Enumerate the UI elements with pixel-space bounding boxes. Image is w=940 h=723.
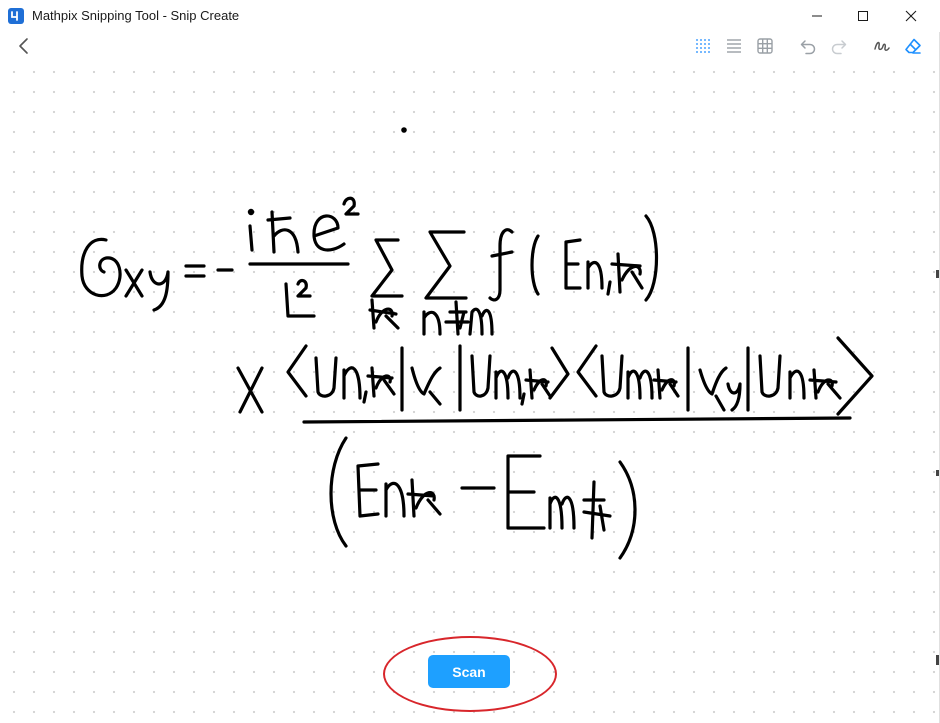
mathpix-window: Mathpix Snipping Tool - Snip Create Scan — [0, 0, 940, 723]
minimize-icon — [812, 15, 822, 17]
undo-button[interactable] — [796, 34, 820, 58]
minimize-button[interactable] — [794, 0, 840, 32]
dot-grid-icon — [696, 39, 710, 53]
pen-button[interactable] — [870, 34, 894, 58]
title-bar: Mathpix Snipping Tool - Snip Create — [0, 0, 940, 32]
back-button[interactable] — [12, 34, 36, 58]
eraser-button[interactable] — [901, 34, 925, 58]
redo-button[interactable] — [827, 34, 851, 58]
handwritten-formula — [80, 127, 874, 560]
window-title: Mathpix Snipping Tool - Snip Create — [32, 8, 240, 23]
pen-icon — [874, 41, 890, 51]
lined-paper-button[interactable] — [722, 34, 746, 58]
maximize-button[interactable] — [840, 0, 886, 32]
maximize-icon — [858, 11, 868, 21]
square-grid-icon — [757, 38, 773, 54]
back-arrow-icon — [19, 38, 28, 54]
mathpix-logo-icon — [8, 8, 24, 24]
drawing-canvas[interactable]: Scan — [0, 60, 938, 723]
dot-grid-button[interactable] — [691, 34, 715, 58]
edge-mark — [936, 655, 939, 665]
close-icon — [905, 10, 917, 22]
toolbar — [0, 32, 940, 60]
redo-icon — [831, 40, 847, 55]
square-grid-button[interactable] — [753, 34, 777, 58]
eraser-icon — [905, 38, 921, 54]
scan-button[interactable]: Scan — [428, 655, 510, 688]
undo-icon — [800, 40, 816, 55]
lined-paper-icon — [727, 39, 741, 53]
edge-mark — [936, 270, 939, 278]
edge-mark — [936, 470, 939, 476]
close-button[interactable] — [888, 0, 934, 32]
